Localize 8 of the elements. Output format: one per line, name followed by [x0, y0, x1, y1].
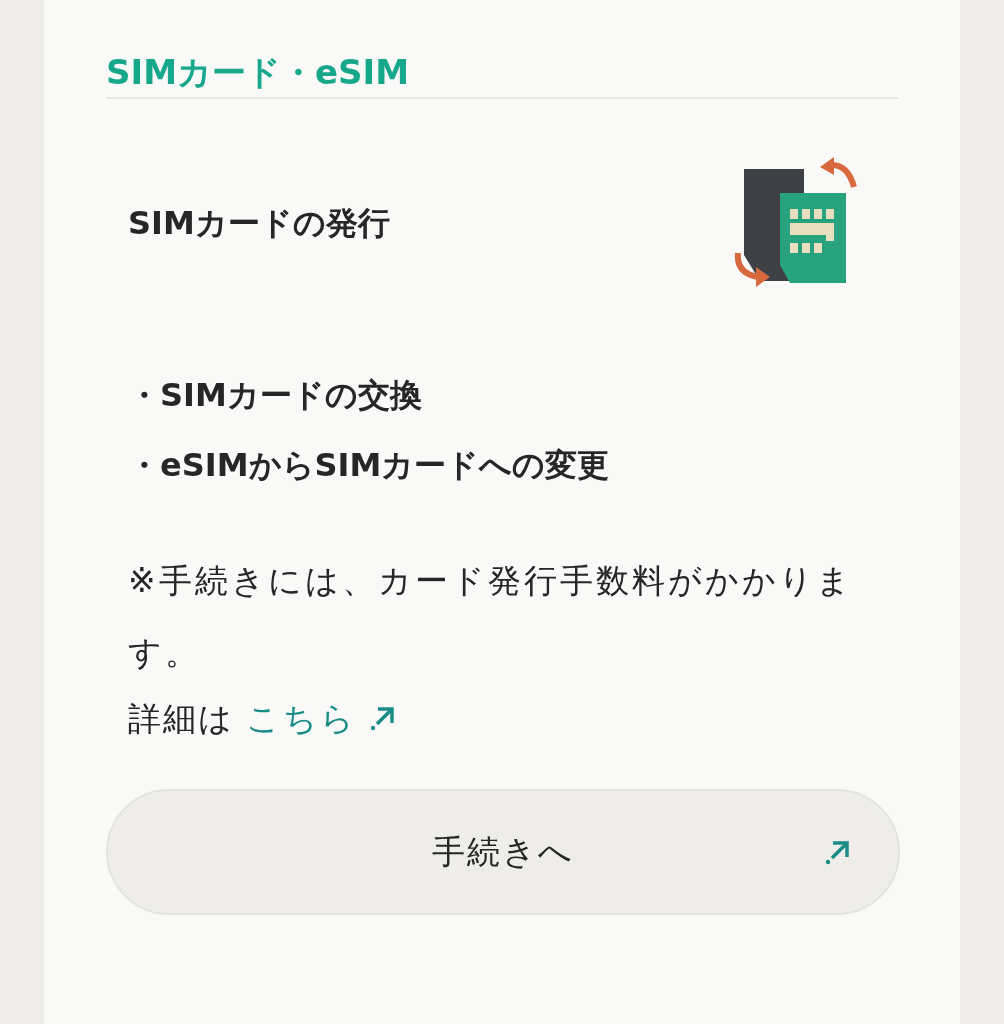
- item-heading: SIMカードの発行: [128, 203, 390, 244]
- list-item: ・SIMカードの交換: [128, 375, 422, 416]
- section-title: SIMカード・eSIM: [106, 51, 409, 94]
- fee-note: ※手続きには、カード発行手数料がかかります。: [128, 560, 854, 674]
- procedure-button[interactable]: 手続きへ: [106, 789, 900, 915]
- detail-label: 詳細は: [128, 698, 234, 740]
- list-item: ・eSIMからSIMカードへの変更: [128, 445, 610, 486]
- details-link[interactable]: こちら: [246, 689, 397, 749]
